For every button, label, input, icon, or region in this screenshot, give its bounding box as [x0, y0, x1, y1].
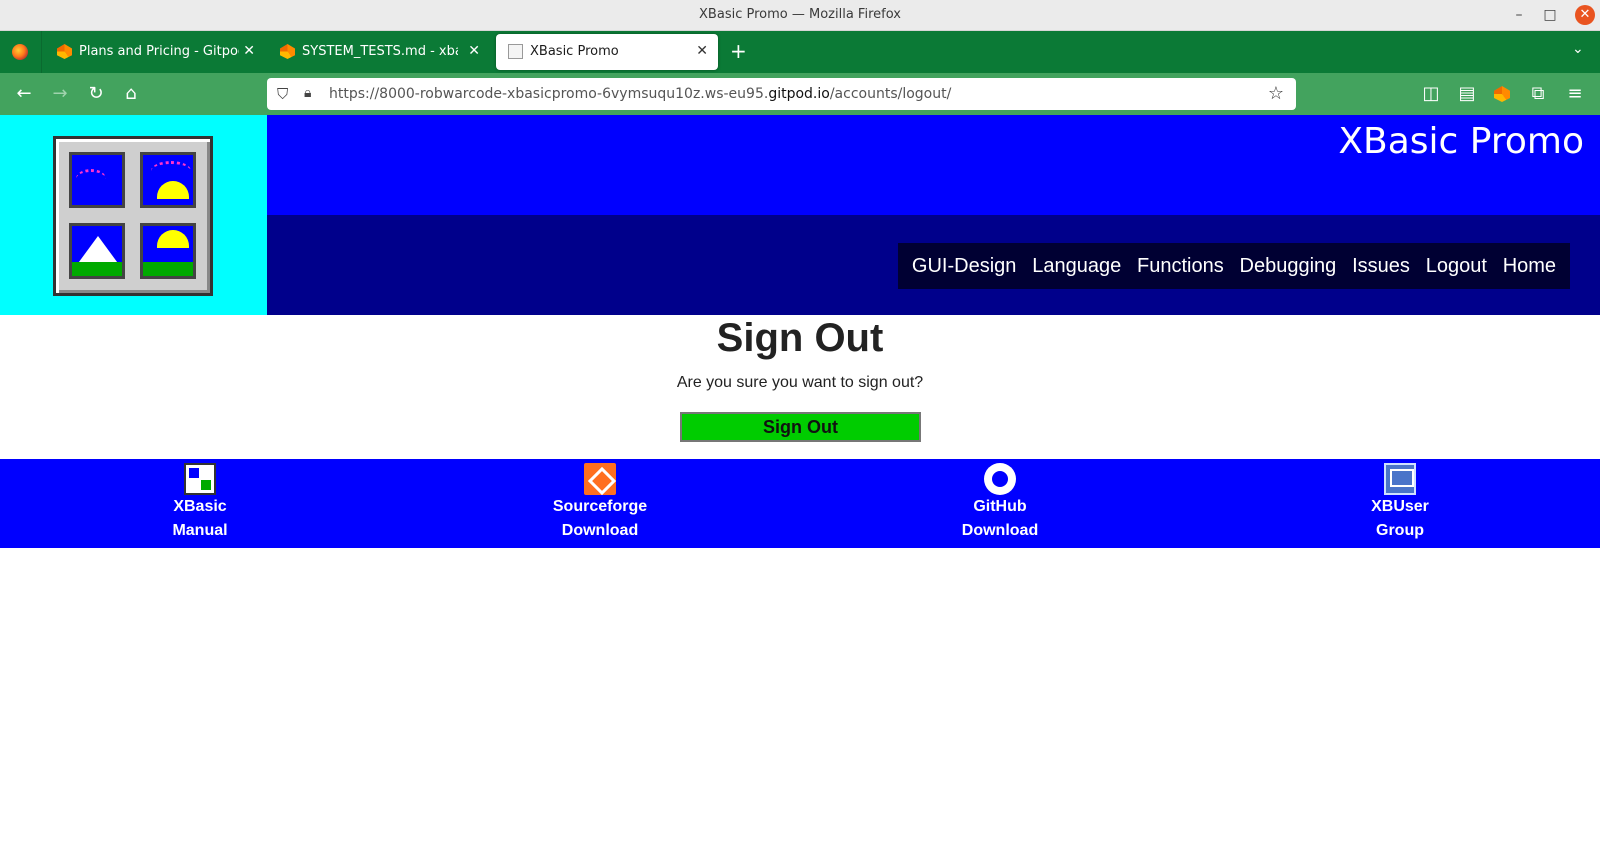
home-icon[interactable]: ⌂: [120, 83, 142, 105]
forward-icon[interactable]: →: [49, 83, 71, 105]
menu-item-issues[interactable]: Issues: [1352, 255, 1410, 278]
footer: XBasic Manual Sourceforge Download GitHu…: [0, 459, 1600, 548]
list-all-tabs-icon[interactable]: ⌄: [1572, 41, 1584, 57]
maximize-icon[interactable]: □: [1541, 6, 1559, 24]
page-title: Sign Out: [716, 316, 884, 360]
tab-plans-pricing[interactable]: Plans and Pricing - Gitpod ✕: [45, 34, 265, 70]
firefox-icon: [12, 44, 28, 60]
sign-out-prompt: Are you sure you want to sign out?: [676, 374, 924, 391]
tab-system-tests[interactable]: SYSTEM_TESTS.md - xbasic-promo ✕: [268, 34, 490, 70]
close-window-icon[interactable]: ✕: [1575, 5, 1595, 25]
pocket-icon[interactable]: ◫: [1420, 83, 1442, 105]
reload-icon[interactable]: ↻: [85, 83, 107, 105]
firefox-view-button[interactable]: [0, 31, 42, 73]
site-logo-area: [0, 115, 267, 315]
tracking-protection-icon[interactable]: ⛉: [277, 85, 288, 103]
footer-link-sourceforge[interactable]: Sourceforge Download: [500, 463, 700, 543]
main-menu: GUI-Design Language Functions Debugging …: [898, 243, 1570, 289]
footer-link-xbuser-group[interactable]: XBUser Group: [1300, 463, 1500, 543]
menu-item-debugging[interactable]: Debugging: [1240, 255, 1337, 278]
navigation-toolbar: ← → ↻ ⌂ ⛉ 🔒︎ https://8000-robwarcode-xba…: [0, 73, 1600, 115]
back-icon[interactable]: ←: [13, 83, 35, 105]
window-title: XBasic Promo — Mozilla Firefox: [699, 7, 901, 22]
xbasic-manual-icon: [184, 463, 216, 495]
gitpod-icon: [57, 44, 72, 59]
bookmark-star-icon[interactable]: ☆: [1268, 83, 1284, 104]
close-tab-icon[interactable]: ✕: [696, 43, 708, 59]
menu-item-home[interactable]: Home: [1503, 255, 1556, 278]
menu-item-gui-design[interactable]: GUI-Design: [912, 255, 1016, 278]
gitpod-extension-icon[interactable]: [1491, 83, 1513, 105]
footer-link-xbasic-manual[interactable]: XBasic Manual: [100, 463, 300, 543]
close-tab-icon[interactable]: ✕: [243, 43, 255, 59]
site-title: XBasic Promo: [1338, 121, 1584, 162]
github-icon: [984, 463, 1016, 495]
tab-label: SYSTEM_TESTS.md - xbasic-promo: [302, 44, 458, 59]
mail-icon: [1384, 463, 1416, 495]
hamburger-menu-icon[interactable]: ≡: [1564, 83, 1586, 105]
header-banner: XBasic Promo: [267, 115, 1600, 215]
url-text[interactable]: https://8000-robwarcode-xbasicpromo-6vym…: [329, 86, 951, 102]
tab-label: Plans and Pricing - Gitpod: [79, 44, 239, 59]
menu-item-language[interactable]: Language: [1032, 255, 1121, 278]
header-nav-area: GUI-Design Language Functions Debugging …: [267, 215, 1600, 315]
gitpod-icon: [280, 44, 295, 59]
xbasic-logo[interactable]: [53, 136, 213, 296]
menu-item-functions[interactable]: Functions: [1137, 255, 1224, 278]
window-titlebar: XBasic Promo — Mozilla Firefox – □ ✕: [0, 0, 1600, 31]
sourceforge-icon: [584, 463, 616, 495]
tab-xbasic-promo[interactable]: XBasic Promo ✕: [496, 34, 718, 70]
url-bar[interactable]: ⛉ 🔒︎ https://8000-robwarcode-xbasicpromo…: [267, 78, 1296, 110]
extensions-icon[interactable]: ⧉: [1527, 83, 1549, 105]
minimize-icon[interactable]: –: [1510, 6, 1528, 24]
menu-item-logout[interactable]: Logout: [1426, 255, 1487, 278]
footer-link-github[interactable]: GitHub Download: [900, 463, 1100, 543]
new-tab-icon[interactable]: +: [730, 39, 747, 63]
tab-label: XBasic Promo: [530, 44, 619, 59]
xbasic-icon: [508, 44, 523, 59]
close-tab-icon[interactable]: ✕: [468, 43, 480, 59]
reader-view-icon[interactable]: ▤: [1456, 83, 1478, 105]
lock-icon[interactable]: 🔒︎: [304, 85, 311, 101]
tab-strip: Plans and Pricing - Gitpod ✕ SYSTEM_TEST…: [0, 31, 1600, 73]
sign-out-button[interactable]: Sign Out: [680, 412, 921, 442]
